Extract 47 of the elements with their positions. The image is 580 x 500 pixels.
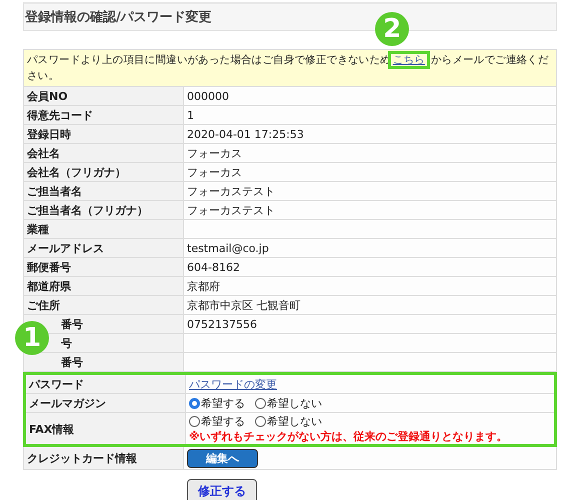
radio-label: 希望する [201,396,245,411]
field-label: 業種 [27,222,49,237]
field-label: 会員NO [27,89,68,104]
field-value: フォーカステスト [187,203,275,218]
field-value: 1 [187,108,194,123]
page-title: 登録情報の確認/パスワード変更 [25,10,212,24]
field-label: 会社名 [27,146,60,161]
field-value: 604-8162 [187,260,240,275]
field-label: 号 [60,336,72,351]
radio-button[interactable] [189,398,200,409]
field-label: FAX情報 [29,422,74,436]
contact-link[interactable]: こちら [390,54,427,66]
radio-button[interactable] [255,398,266,409]
field-label: 郵便番号 [27,260,71,275]
field-label: ご担当者名（フリガナ） [27,203,148,218]
field-label: 番号 [60,355,83,370]
edit-button[interactable]: 編集へ [187,449,258,468]
field-value: testmail@co.jp [187,241,269,256]
field-label: クレジットカード情報 [27,451,137,466]
radio-label: 希望する [201,414,245,429]
field-value: フォーカステスト [187,184,275,199]
warning-note: ※いずれもチェックがない方は、従来のご登録通りとなります。 [189,429,508,444]
field-label: パスワード [29,377,84,392]
field-value: 000000 [187,89,229,104]
field-value: 0752137556 [187,317,257,332]
radio-label: 希望しない [267,396,322,411]
radio-label: 希望しない [267,414,322,429]
field-label: 会社名（フリガナ） [27,165,126,180]
field-label: メールマガジン [29,396,106,411]
field-label: メールアドレス [27,241,104,256]
field-value: 2020-04-01 17:25:53 [187,127,304,142]
radio-button[interactable] [255,416,266,427]
field-value: フォーカス [187,146,242,161]
field-value: 京都府 [187,279,220,294]
field-value: 京都市中京区 七観音町 [187,298,300,313]
field-label: 番号 [60,317,83,332]
field-label: ご住所 [27,298,60,313]
field-label: ご担当者名 [27,184,82,199]
field-label: 登録日時 [27,127,71,142]
radio-button[interactable] [189,416,200,427]
submit-button[interactable]: 修正する [187,479,257,500]
field-value: フォーカス [187,165,242,180]
field-label: 都道府県 [27,279,71,294]
number-badge: 1 [15,321,49,355]
number-badge: 2 [375,12,409,46]
password-change-link[interactable]: パスワードの変更 [189,377,277,392]
field-label: 得意先コード [27,108,93,123]
